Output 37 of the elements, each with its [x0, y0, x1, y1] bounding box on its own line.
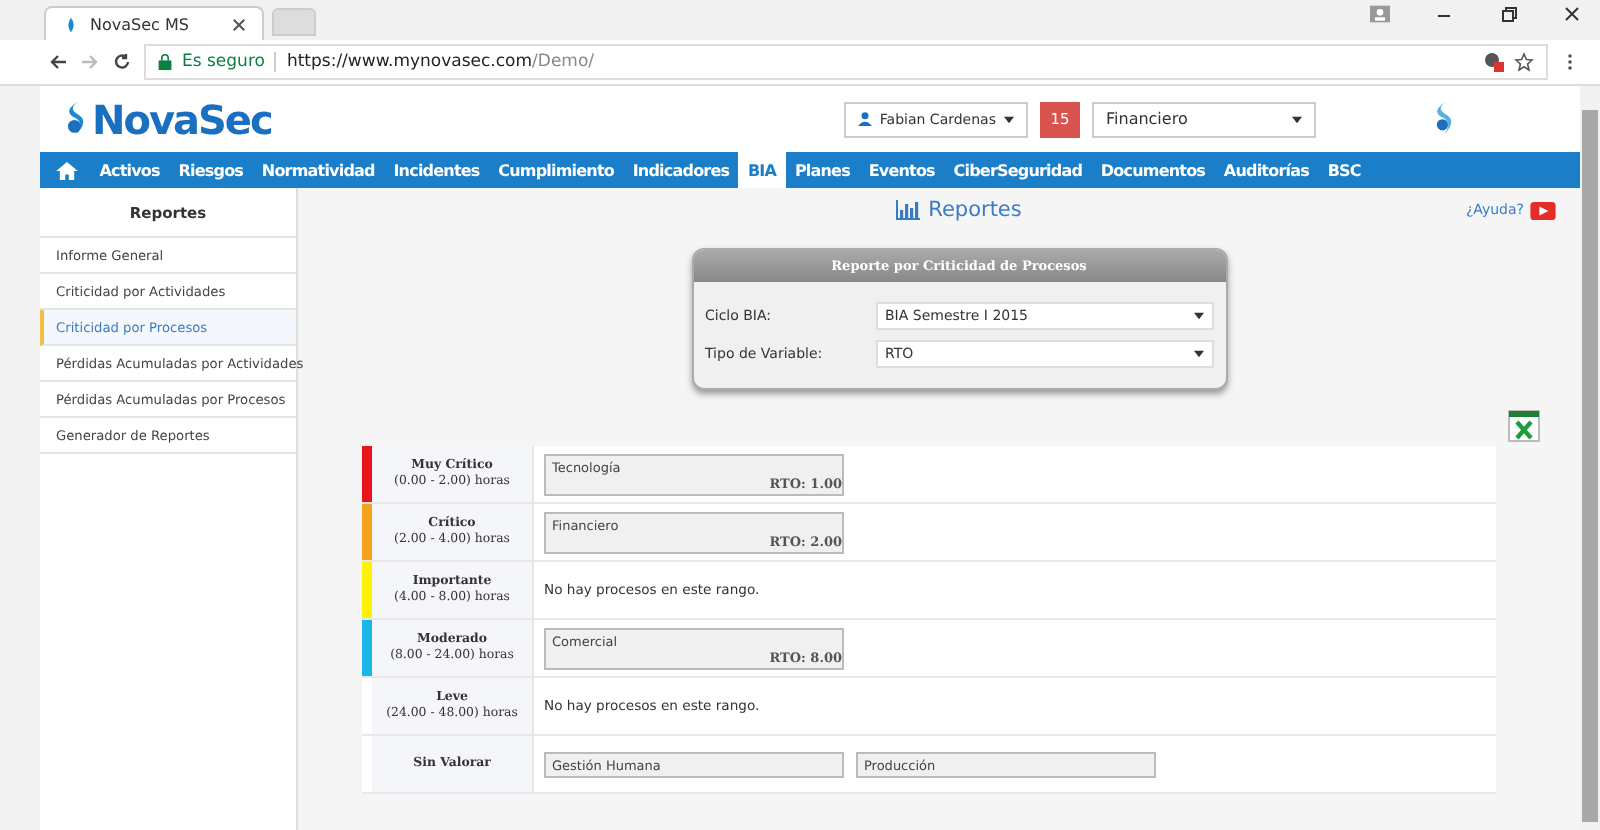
close-icon[interactable]: [232, 17, 246, 31]
caret-icon: [1193, 312, 1203, 320]
drop-icon: [62, 15, 80, 33]
caret-icon: [1193, 350, 1203, 358]
nav-item[interactable]: Riesgos: [169, 152, 253, 188]
extension-icon[interactable]: [1484, 52, 1504, 72]
back-icon[interactable]: [48, 52, 68, 72]
restore-icon[interactable]: [1498, 4, 1518, 24]
nav-item[interactable]: Normatividad: [252, 152, 385, 188]
logo-text: NovaSec: [92, 95, 272, 143]
company-select[interactable]: Financiero: [1092, 101, 1316, 137]
home-icon[interactable]: [56, 161, 78, 179]
close-icon[interactable]: [1562, 4, 1582, 24]
nav-item[interactable]: BSC: [1318, 152, 1371, 188]
address-field[interactable]: Es seguro https://www.mynovasec.com/Demo/: [144, 44, 1548, 80]
excel-export-icon[interactable]: [1508, 410, 1540, 442]
nav-item[interactable]: Planes: [785, 152, 860, 188]
nav-item[interactable]: CiberSeguridad: [944, 152, 1092, 188]
nav-item[interactable]: Cumplimiento: [488, 152, 624, 188]
nav-item[interactable]: Documentos: [1091, 152, 1215, 188]
nav-item[interactable]: Activos: [90, 152, 170, 188]
nav-item[interactable]: Indicadores: [623, 152, 739, 188]
nav-item[interactable]: BIA: [738, 152, 786, 188]
browser-tab[interactable]: NovaSec MS: [44, 6, 264, 40]
nav-item[interactable]: Eventos: [859, 152, 945, 188]
caret-icon: [1292, 115, 1302, 123]
star-icon[interactable]: [1514, 52, 1534, 72]
play-icon[interactable]: [1530, 201, 1556, 219]
reload-icon[interactable]: [112, 52, 132, 72]
page-title: Reportes: [928, 198, 1022, 222]
user-icon[interactable]: [1370, 4, 1390, 24]
nav-item[interactable]: Auditorías: [1214, 152, 1319, 188]
nav-item[interactable]: Incidentes: [384, 152, 489, 188]
lock-icon: [158, 54, 172, 70]
bar-chart-icon: [896, 200, 921, 220]
caret-icon: [1004, 115, 1014, 123]
person-icon: [857, 112, 872, 126]
